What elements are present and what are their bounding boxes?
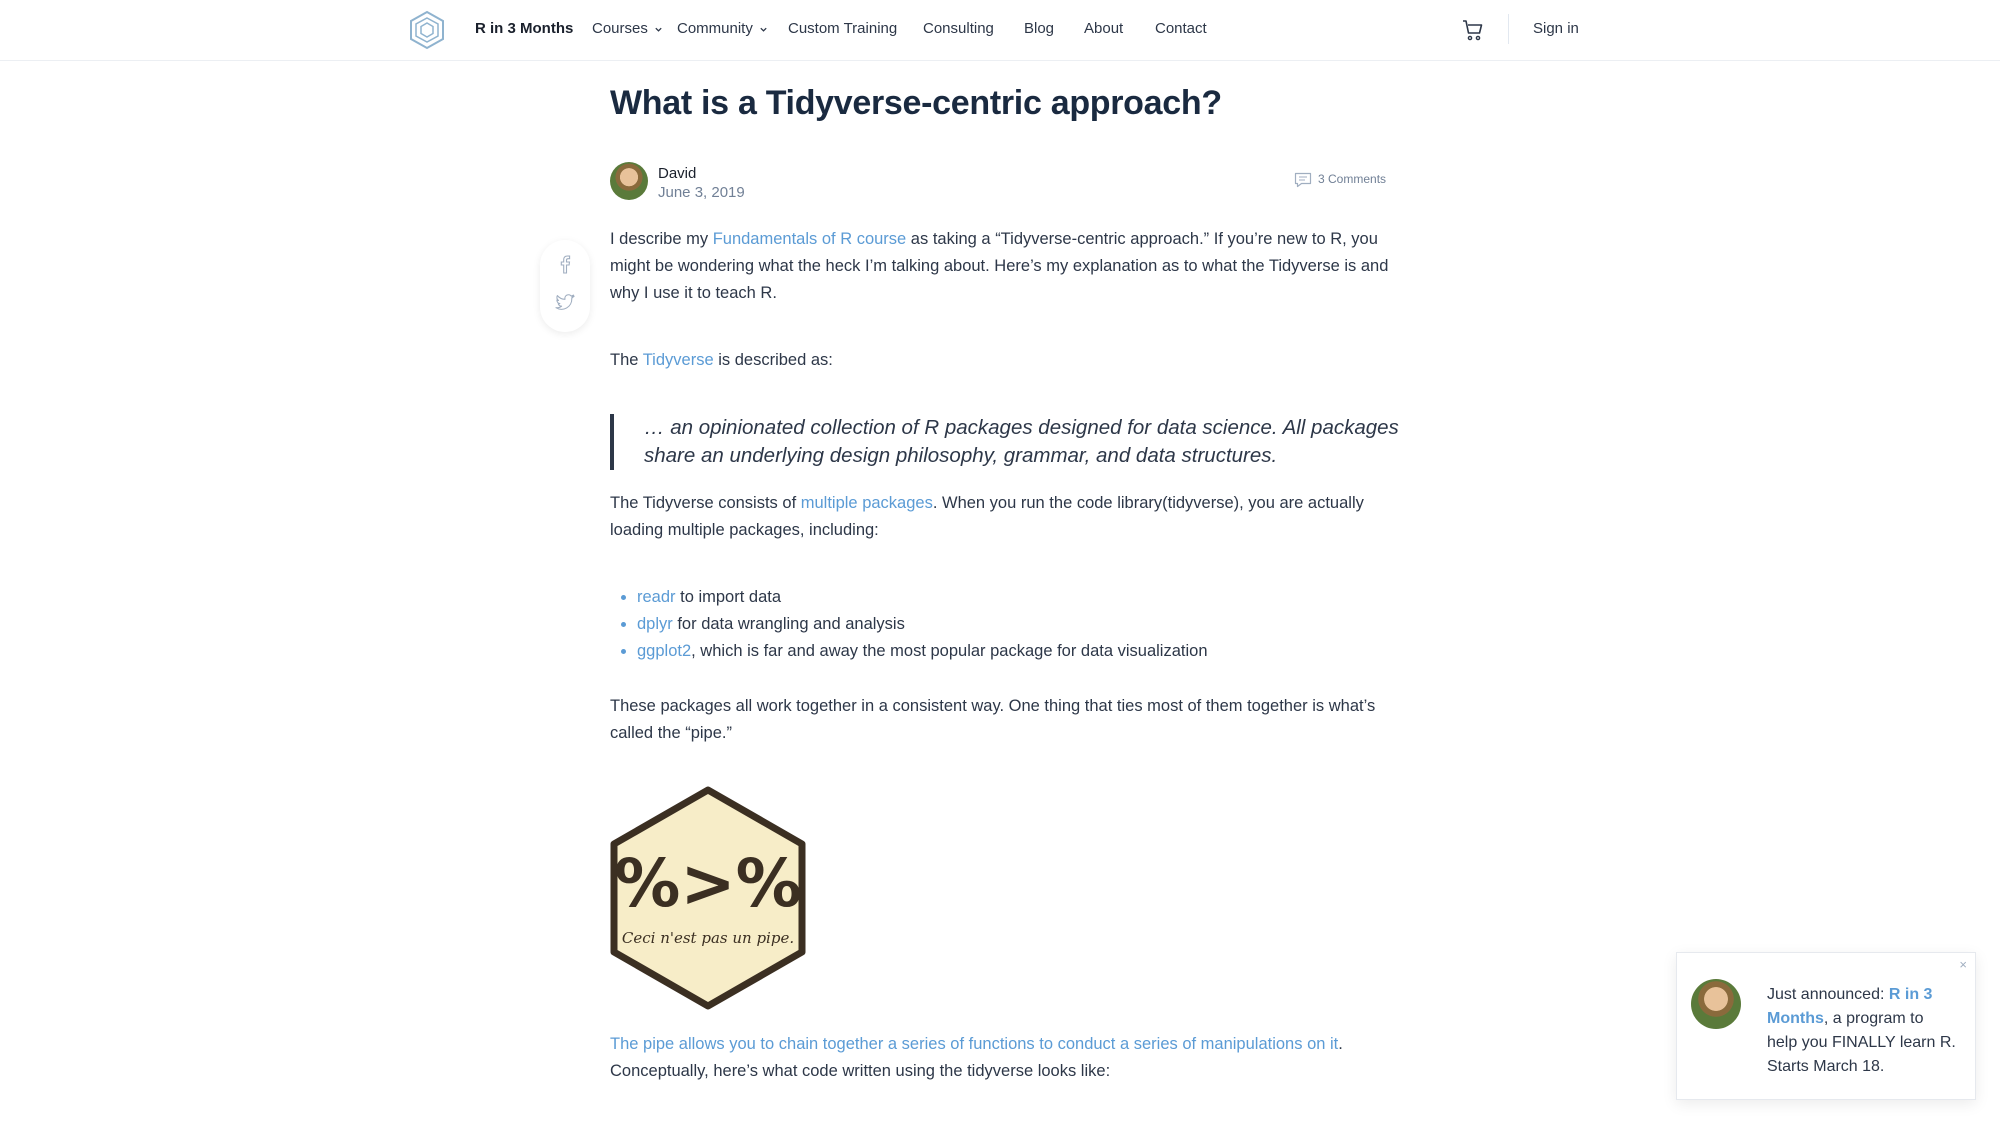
pipe-logo-caption: Ceci n'est pas un pipe. xyxy=(622,929,794,947)
author-avatar xyxy=(610,162,648,200)
close-icon[interactable]: × xyxy=(1959,957,1967,972)
chevron-down-icon xyxy=(760,27,767,32)
brand-link[interactable]: R in 3 Months xyxy=(475,20,573,37)
header-divider xyxy=(1508,14,1509,44)
fundamentals-course-link[interactable]: Fundamentals of R course xyxy=(713,230,907,248)
comments-link[interactable]: 3 Comments xyxy=(1294,172,1386,188)
pipe-logo-image: %>% Ceci n'est pas un pipe. xyxy=(610,786,806,1010)
pipe-explanation-paragraph: The pipe allows you to chain together a … xyxy=(610,1031,1400,1085)
package-list: readr to import data dplyr for data wran… xyxy=(610,584,1208,665)
tidyverse-link[interactable]: Tidyverse xyxy=(643,351,714,369)
intro-text-start: I describe my xyxy=(610,230,713,248)
sign-in-link[interactable]: Sign in xyxy=(1533,20,1579,37)
nav-community[interactable]: Community xyxy=(677,20,768,37)
nav-custom-training[interactable]: Custom Training xyxy=(788,20,897,37)
ggplot2-description: , which is far and away the most popular… xyxy=(691,642,1208,660)
blockquote: … an opinionated collection of R package… xyxy=(644,416,1399,467)
blockquote-bar xyxy=(610,414,614,470)
tidyverse-text-end: is described as: xyxy=(713,351,833,369)
ggplot2-link[interactable]: ggplot2 xyxy=(637,642,691,660)
dplyr-description: for data wrangling and analysis xyxy=(672,615,905,633)
chevron-down-icon xyxy=(655,27,662,32)
comments-count: 3 Comments xyxy=(1318,172,1387,187)
popup-text-start: Just announced: xyxy=(1767,986,1889,1003)
nav-contact[interactable]: Contact xyxy=(1155,20,1207,37)
tidyverse-paragraph: The Tidyverse is described as: xyxy=(610,347,1400,374)
cart-icon[interactable] xyxy=(1461,18,1485,42)
popup-message: Just announced: R in 3 Months, a program… xyxy=(1767,983,1957,1079)
dplyr-link[interactable]: dplyr xyxy=(637,615,673,633)
popup-avatar xyxy=(1691,979,1741,1029)
logo-icon[interactable] xyxy=(409,10,445,50)
nav-community-label: Community xyxy=(677,20,753,37)
pipe-intro-paragraph: These packages all work together in a co… xyxy=(610,697,1376,742)
facebook-icon[interactable] xyxy=(555,254,575,274)
share-bar xyxy=(540,240,590,332)
pipe-explanation-link[interactable]: The pipe allows you to chain together a … xyxy=(610,1035,1338,1053)
list-item: dplyr for data wrangling and analysis xyxy=(637,611,1208,638)
nav-courses-label: Courses xyxy=(592,20,648,37)
packages-paragraph: The Tidyverse consists of multiple packa… xyxy=(610,490,1400,544)
packages-text-start: The Tidyverse consists of xyxy=(610,494,801,512)
nav-about[interactable]: About xyxy=(1084,20,1123,37)
multiple-packages-link[interactable]: multiple packages xyxy=(801,494,933,512)
readr-link[interactable]: readr xyxy=(637,588,676,606)
tidyverse-text-start: The xyxy=(610,351,643,369)
site-header: R in 3 Months Courses Community Custom T… xyxy=(0,0,2000,61)
comment-icon xyxy=(1294,172,1312,188)
page-title: What is a Tidyverse-centric approach? xyxy=(610,84,1222,122)
announcement-popup: × Just announced: R in 3 Months, a progr… xyxy=(1676,952,1976,1100)
nav-blog[interactable]: Blog xyxy=(1024,20,1054,37)
post-date: June 3, 2019 xyxy=(658,184,745,201)
readr-description: to import data xyxy=(675,588,782,606)
list-item: ggplot2, which is far and away the most … xyxy=(637,638,1208,665)
intro-paragraph: I describe my Fundamentals of R course a… xyxy=(610,226,1400,307)
author-name[interactable]: David xyxy=(658,165,696,182)
twitter-icon[interactable] xyxy=(555,292,575,312)
list-item: readr to import data xyxy=(637,584,1208,611)
nav-courses[interactable]: Courses xyxy=(592,20,663,37)
nav-consulting[interactable]: Consulting xyxy=(923,20,994,37)
pipe-logo-symbol: %>% xyxy=(614,845,802,922)
